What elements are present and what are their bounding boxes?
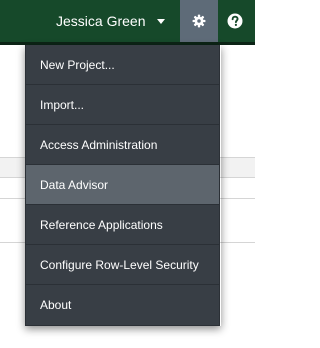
- menu-item-configure-row-level-security[interactable]: Configure Row-Level Security: [26, 245, 219, 285]
- menu-item-data-advisor[interactable]: Data Advisor: [26, 165, 219, 205]
- gear-icon: [192, 14, 206, 28]
- user-name: Jessica Green: [56, 13, 146, 29]
- menu-item-import[interactable]: Import...: [26, 85, 219, 125]
- menu-item-reference-applications[interactable]: Reference Applications: [26, 205, 219, 245]
- settings-dropdown-menu: New Project... Import... Access Administ…: [25, 45, 220, 326]
- caret-down-icon: [157, 18, 166, 24]
- help-button[interactable]: [226, 12, 244, 30]
- menu-item-access-administration[interactable]: Access Administration: [26, 125, 219, 165]
- question-icon: [227, 13, 243, 29]
- menu-item-new-project[interactable]: New Project...: [26, 45, 219, 85]
- menu-item-about[interactable]: About: [26, 285, 219, 325]
- user-menu-button[interactable]: Jessica Green: [48, 0, 180, 42]
- settings-button[interactable]: [180, 0, 218, 42]
